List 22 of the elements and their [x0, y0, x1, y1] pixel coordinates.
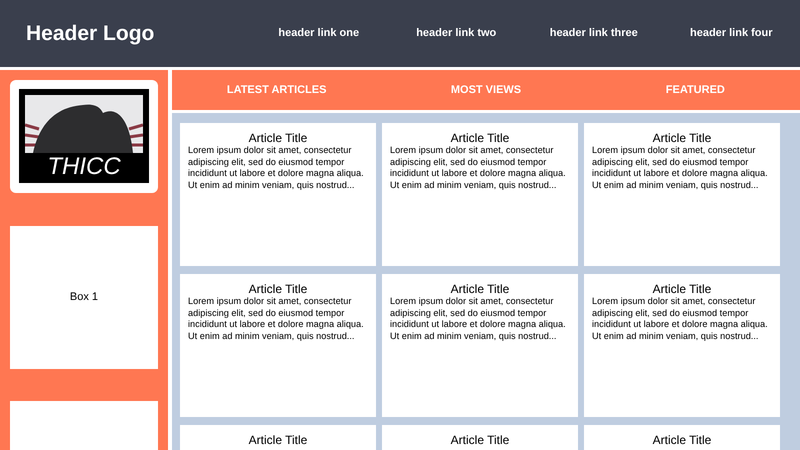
header-link[interactable]: header link three — [550, 25, 638, 42]
article-title[interactable]: Article Title — [390, 282, 570, 296]
article-excerpt: Lorem ipsum dolor sit amet, consectetur adipiscing elit, sed do eiusmod tempor incididunt ut labore et dolore magna aliqua. Ut enim ad minim veniam, quis nostrud... — [592, 296, 769, 342]
article-title[interactable]: Article Title — [592, 282, 772, 296]
article-excerpt: Lorem ipsum dolor sit amet, consectetur adipiscing elit, sed do eiusmod tempor incididunt ut labore et dolore magna aliqua. Ut enim ad minim veniam, quis nostrud... — [592, 145, 769, 191]
sidebar-box: Box 1 — [10, 226, 158, 369]
logo-caption: THICC — [47, 155, 121, 179]
header-link[interactable]: header link two — [416, 25, 496, 42]
article-title[interactable]: Article Title — [592, 433, 772, 447]
article-title[interactable]: Article Title — [188, 282, 368, 296]
header-link[interactable]: header link four — [690, 25, 773, 42]
article-title[interactable]: Article Title — [592, 131, 772, 145]
article-title[interactable]: Article Title — [188, 131, 368, 145]
article-excerpt: Lorem ipsum dolor sit amet, consectetur adipiscing elit, sed do eiusmod tempor incididunt ut labore et dolore magna aliqua. Ut enim ad minim veniam, quis nostrud... — [188, 296, 365, 342]
article-excerpt: Lorem ipsum dolor sit amet, consectetur adipiscing elit, sed do eiusmod tempor incididunt ut labore et dolore magna aliqua. Ut enim ad minim veniam, quis nostrud... — [188, 145, 365, 191]
article-excerpt: Lorem ipsum dolor sit amet, consectetur adipiscing elit, sed do eiusmod tempor incididunt ut labore et dolore magna aliqua. Ut enim ad minim veniam, quis nostrud... — [390, 145, 567, 191]
header-logo[interactable]: Header Logo — [0, 18, 250, 50]
article-title[interactable]: Article Title — [390, 131, 570, 145]
header-link[interactable]: header link one — [278, 25, 360, 42]
article-title[interactable]: Article Title — [390, 433, 570, 447]
article-excerpt: Lorem ipsum dolor sit amet, consectetur adipiscing elit, sed do eiusmod tempor incididunt ut labore et dolore magna aliqua. Ut enim ad minim veniam, quis nostrud... — [390, 296, 567, 342]
article-title[interactable]: Article Title — [188, 433, 368, 447]
